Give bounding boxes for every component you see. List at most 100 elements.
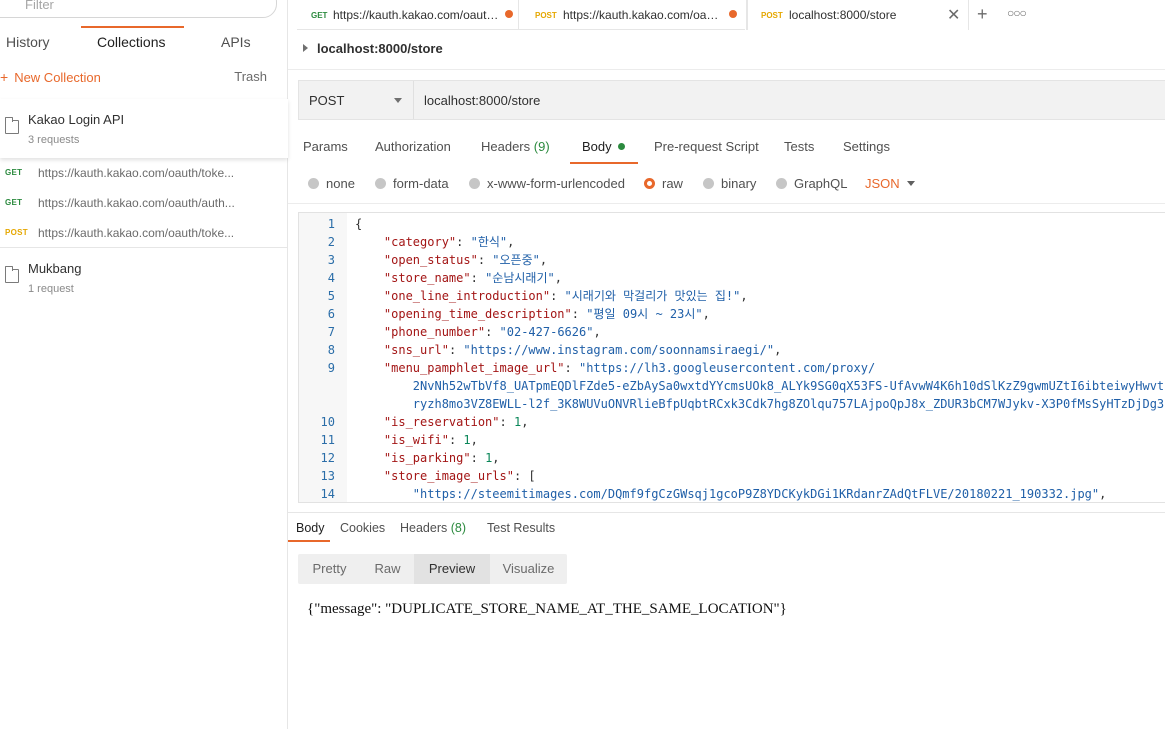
chevron-down-icon[interactable] bbox=[907, 181, 915, 186]
code-line: 6 "opening_time_description": "평일 09시 ~ … bbox=[299, 305, 1165, 323]
code-text: "opening_time_description": "평일 09시 ~ 23… bbox=[383, 307, 710, 321]
collection-count: 3 requests bbox=[28, 134, 80, 146]
request-url: https://kauth.kakao.com/oauth/toke... bbox=[38, 166, 235, 180]
chevron-down-icon bbox=[394, 98, 402, 103]
request-tab[interactable]: POST https://kauth.kakao.com/oaut... bbox=[519, 0, 747, 30]
sidebar-tabs: History Collections APIs bbox=[0, 30, 288, 60]
view-mode-selector: Pretty Raw Preview Visualize bbox=[298, 554, 567, 584]
response-tab-cookies[interactable]: Cookies bbox=[340, 521, 385, 535]
response-headers-count: (8) bbox=[450, 521, 467, 535]
request-tab[interactable]: GET https://kauth.kakao.com/oauth... bbox=[297, 0, 519, 30]
response-preview: {"message": "DUPLICATE_STORE_NAME_AT_THE… bbox=[307, 601, 787, 617]
code-line: 3 "open_status": "오픈중", bbox=[299, 251, 1165, 269]
filter-placeholder: Filter bbox=[25, 0, 54, 12]
view-preview[interactable]: Preview bbox=[414, 554, 490, 584]
request-item[interactable]: POST https://kauth.kakao.com/oauth/toke.… bbox=[0, 218, 288, 248]
sidebar: Filter History Collections APIs + New Col… bbox=[0, 0, 288, 729]
tab-params[interactable]: Params bbox=[303, 139, 348, 154]
url-input[interactable] bbox=[424, 93, 1124, 108]
method-select[interactable]: POST bbox=[299, 81, 414, 119]
view-pretty[interactable]: Pretty bbox=[298, 554, 361, 584]
tab-headers[interactable]: Headers (9) bbox=[481, 139, 550, 154]
collection-kakao-login-api[interactable]: Kakao Login API 3 requests bbox=[0, 99, 288, 158]
response-tab-headers[interactable]: Headers (8) bbox=[400, 521, 466, 535]
code-text: "is_wifi": 1, bbox=[383, 433, 478, 447]
code-line: 11 "is_wifi": 1, bbox=[299, 431, 1165, 449]
radio-circle bbox=[469, 178, 480, 189]
tab-method: GET bbox=[311, 11, 328, 20]
radio-x-www-form-urlencoded[interactable]: x-www-form-urlencoded bbox=[469, 176, 625, 191]
active-tab-indicator bbox=[81, 26, 184, 28]
url-bar: POST bbox=[298, 80, 1165, 120]
code-lines: 1{2 "category": "한식", 3 "open_status": "오… bbox=[299, 215, 1165, 502]
trash-button[interactable]: Trash bbox=[234, 69, 267, 84]
code-text: "store_image_urls": [ bbox=[383, 469, 536, 483]
filter-input[interactable]: Filter bbox=[0, 0, 277, 18]
line-number: 9 bbox=[327, 361, 335, 375]
code-line: 9 "menu_pamphlet_image_url": "https://lh… bbox=[299, 359, 1165, 377]
tab-method: POST bbox=[761, 11, 783, 20]
divider bbox=[288, 203, 1165, 204]
line-number: 4 bbox=[327, 271, 335, 285]
tab-tests[interactable]: Tests bbox=[784, 139, 814, 154]
unsaved-dot bbox=[505, 10, 513, 18]
more-icon[interactable]: ○○○ bbox=[1007, 6, 1027, 20]
active-tab-indicator bbox=[570, 162, 638, 164]
line-number: 8 bbox=[327, 343, 335, 357]
request-tab-active[interactable]: POST localhost:8000/store ✕ bbox=[747, 0, 969, 30]
code-line: 12 "is_parking": 1, bbox=[299, 449, 1165, 467]
line-number: 7 bbox=[327, 325, 335, 339]
code-line: 10 "is_reservation": 1, bbox=[299, 413, 1165, 431]
code-editor[interactable]: 1{2 "category": "한식", 3 "open_status": "오… bbox=[298, 212, 1165, 503]
tab-body-label: Body bbox=[582, 139, 612, 154]
tab-body[interactable]: Body bbox=[582, 139, 625, 154]
code-text: "phone_number": "02-427-6626", bbox=[383, 325, 601, 339]
response-tab-test-results[interactable]: Test Results bbox=[487, 521, 555, 535]
tab-authorization[interactable]: Authorization bbox=[375, 139, 451, 154]
close-icon[interactable]: ✕ bbox=[947, 5, 960, 25]
request-tab-bar: GET https://kauth.kakao.com/oauth... POS… bbox=[297, 0, 1165, 30]
tab-pre-request-script[interactable]: Pre-request Script bbox=[654, 139, 759, 154]
tab-method: POST bbox=[535, 11, 557, 20]
tab-settings[interactable]: Settings bbox=[843, 139, 890, 154]
code-line: 8 "sns_url": "https://www.instagram.com/… bbox=[299, 341, 1165, 359]
tab-apis[interactable]: APIs bbox=[221, 34, 251, 50]
new-collection-button[interactable]: + New Collection bbox=[0, 69, 101, 85]
response-tabs: Body Cookies Headers (8) Test Results bbox=[296, 518, 1165, 540]
unsaved-dot bbox=[729, 10, 737, 18]
code-line: ryzh8mo3VZ8EWLL-l2f_3K8WUVuONVRlieBfpUqb… bbox=[299, 395, 1165, 413]
tab-history[interactable]: History bbox=[6, 34, 50, 50]
code-text: "menu_pamphlet_image_url": "https://lh3.… bbox=[383, 361, 876, 375]
code-line: 13 "store_image_urls": [ bbox=[299, 467, 1165, 485]
request-item[interactable]: GET https://kauth.kakao.com/oauth/toke..… bbox=[0, 158, 288, 188]
radio-binary[interactable]: binary bbox=[703, 176, 756, 191]
radio-raw[interactable]: raw bbox=[644, 176, 683, 191]
radio-circle bbox=[776, 178, 787, 189]
tab-collections[interactable]: Collections bbox=[97, 34, 165, 50]
headers-count: (9) bbox=[533, 139, 550, 154]
code-text: "sns_url": "https://www.instagram.com/so… bbox=[383, 343, 782, 357]
new-tab-button[interactable]: + bbox=[977, 4, 988, 25]
sidebar-actions: + New Collection Trash bbox=[0, 66, 288, 90]
tab-title: https://kauth.kakao.com/oaut... bbox=[563, 8, 725, 22]
radio-graphql[interactable]: GraphQL bbox=[776, 176, 847, 191]
folder-icon bbox=[5, 117, 19, 134]
radio-form-data[interactable]: form-data bbox=[375, 176, 449, 191]
radio-label: GraphQL bbox=[794, 176, 848, 191]
radio-label: none bbox=[326, 176, 355, 191]
view-visualize[interactable]: Visualize bbox=[490, 554, 567, 584]
divider bbox=[288, 512, 1165, 513]
collection-mukbang[interactable]: Mukbang 1 request bbox=[0, 248, 288, 306]
radio-none[interactable]: none bbox=[308, 176, 355, 191]
line-number: 1 bbox=[327, 217, 335, 231]
format-select[interactable]: JSON bbox=[865, 176, 900, 191]
request-item[interactable]: GET https://kauth.kakao.com/oauth/auth..… bbox=[0, 188, 288, 218]
line-number: 12 bbox=[320, 451, 335, 465]
response-tab-body[interactable]: Body bbox=[296, 521, 325, 535]
view-raw[interactable]: Raw bbox=[361, 554, 414, 584]
new-collection-label: New Collection bbox=[14, 70, 101, 85]
radio-label: binary bbox=[721, 176, 757, 191]
folder-icon bbox=[5, 266, 19, 283]
line-number: 10 bbox=[320, 415, 335, 429]
code-text: "one_line_introduction": "시래기와 막걸리가 맛있는 … bbox=[383, 289, 748, 303]
